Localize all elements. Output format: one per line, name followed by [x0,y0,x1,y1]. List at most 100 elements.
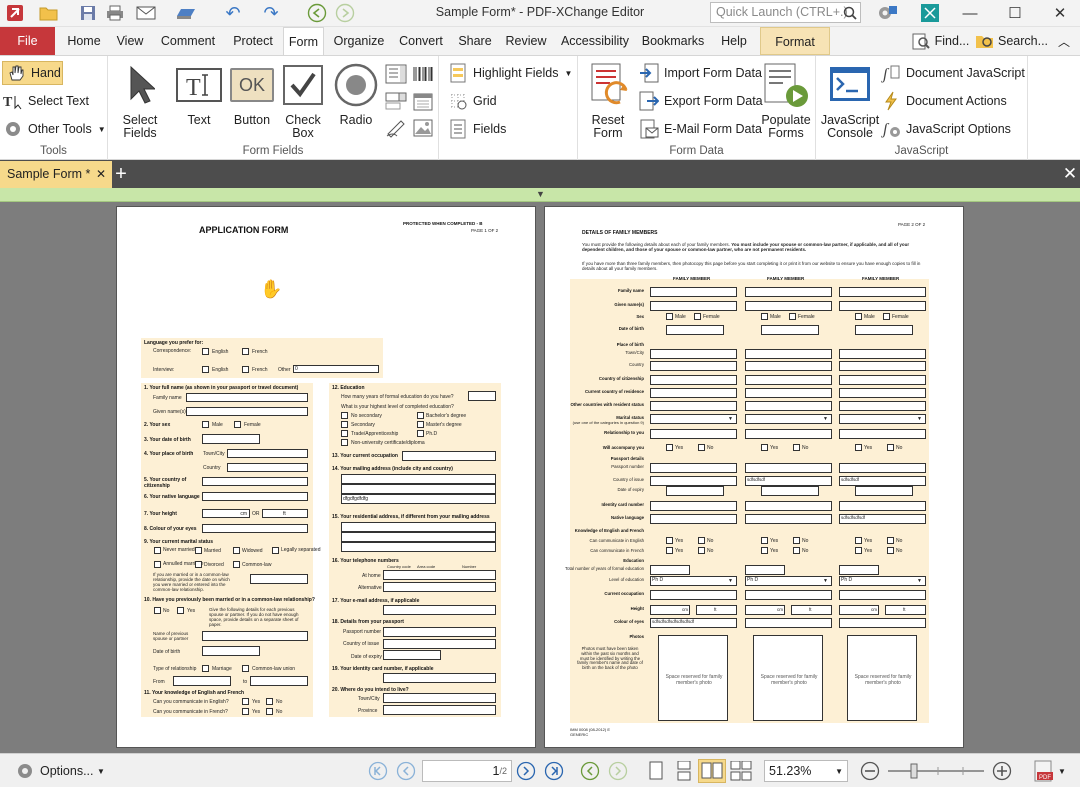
zoom-slider[interactable] [884,759,988,783]
family-field[interactable] [650,375,737,385]
search-icon[interactable] [841,3,859,23]
rel-to-field[interactable] [250,676,308,686]
years-edu-field[interactable] [468,391,496,401]
family-field[interactable] [839,349,926,359]
radio-button-button[interactable]: Radio [332,60,380,127]
tab-view[interactable]: View [112,27,148,55]
document-tab[interactable]: Sample Form * ✕ [0,161,112,188]
find-button[interactable]: Find... [934,27,970,55]
tab-form[interactable]: Form [283,27,324,56]
hand-tool-button[interactable]: Hand [2,61,63,85]
family-field[interactable] [650,429,737,439]
close-window-icon[interactable]: ✕ [1046,2,1074,24]
rel-from-field[interactable] [173,676,231,686]
family-yes-checkbox[interactable] [666,537,673,544]
reset-form-button[interactable]: Reset Form [582,60,634,140]
tab-bookmarks[interactable]: Bookmarks [640,27,706,55]
fr-yes-checkbox[interactable] [242,708,249,715]
mailing-address-field-3[interactable]: dfgdfgdfdfg [341,494,496,504]
family-field[interactable] [745,388,832,398]
expand-arrow-icon[interactable]: ▼ [536,189,545,199]
family-field[interactable] [650,401,737,411]
family-no-checkbox[interactable] [793,547,800,554]
eye-colour-field[interactable] [202,524,308,533]
grid-button[interactable]: Grid [447,89,497,113]
family-no-checkbox[interactable] [698,444,705,451]
tab-comment[interactable]: Comment [156,27,220,55]
family-field[interactable] [839,287,926,297]
close-all-tabs-icon[interactable]: ✕ [1060,163,1080,185]
family-field[interactable] [839,501,926,511]
family-field[interactable] [839,301,926,311]
nav-back-icon[interactable] [578,759,602,783]
family-field[interactable] [839,361,926,371]
given-names-field[interactable] [186,407,308,416]
family-no-checkbox[interactable] [793,537,800,544]
family-field[interactable] [745,401,832,411]
close-tab-icon[interactable]: ✕ [96,161,106,187]
family-yes-checkbox[interactable] [761,444,768,451]
prev-married-no-checkbox[interactable] [154,607,161,614]
family-field[interactable] [839,590,926,600]
family-no-checkbox[interactable] [887,547,894,554]
birth-country-field[interactable] [227,463,308,472]
family-male-checkbox[interactable] [666,313,673,320]
live-city-field[interactable] [383,693,496,703]
nav-forward-icon[interactable] [606,759,630,783]
interview-french-checkbox[interactable] [242,366,249,373]
family-field[interactable] [839,375,926,385]
family-date-field[interactable] [855,486,913,496]
family-field[interactable] [745,375,832,385]
email-field[interactable] [383,605,496,615]
single-page-icon[interactable] [644,759,668,783]
javascript-options-button[interactable]: ʃ JavaScript Options [880,117,1011,141]
master-checkbox[interactable] [417,421,424,428]
button-field-button[interactable]: OK Button [228,60,276,127]
last-page-icon[interactable] [542,759,566,783]
no-secondary-checkbox[interactable] [341,412,348,419]
family-eye-colour-field[interactable]: sdfsdfsdfsdfsdfsdfsdf [650,618,737,628]
trade-checkbox[interactable] [341,430,348,437]
family-combo-field[interactable] [650,414,737,424]
tab-accessibility[interactable]: Accessibility [557,27,633,55]
dob-field[interactable] [202,434,260,444]
divorced-checkbox[interactable] [195,561,202,568]
family-field[interactable] [745,349,832,359]
options-dropdown-icon[interactable]: ▼ [96,759,106,783]
prev-page-icon[interactable] [394,759,418,783]
photo-box-1[interactable]: Space reserved for family member's photo [658,635,728,721]
family-yes-checkbox[interactable] [761,547,768,554]
javascript-console-button[interactable]: JavaScript Console [820,60,880,140]
settings-icon[interactable] [870,3,906,23]
zoom-out-icon[interactable] [858,759,882,783]
zoom-in-icon[interactable] [990,759,1014,783]
bachelor-checkbox[interactable] [417,412,424,419]
family-combo-field[interactable] [839,414,926,424]
family-eye-colour-field[interactable] [745,618,832,628]
import-form-data-button[interactable]: Import Form Data [638,61,762,85]
passport-number-field[interactable] [383,627,496,637]
family-field[interactable] [650,463,737,473]
family-field[interactable] [745,361,832,371]
select-text-button[interactable]: T Select Text [2,89,89,113]
native-language-field[interactable] [202,492,308,501]
prev-dob-field[interactable] [202,646,260,656]
image-field-icon[interactable] [411,117,435,139]
family-date-field[interactable] [855,325,913,335]
passport-country-field[interactable] [383,639,496,649]
facing-pages-icon[interactable] [698,759,726,783]
marriage-checkbox[interactable] [202,665,209,672]
family-field[interactable] [650,361,737,371]
family-no-checkbox[interactable] [698,547,705,554]
minimize-icon[interactable]: — [956,2,984,24]
tab-help[interactable]: Help [713,27,755,55]
tab-review[interactable]: Review [502,27,550,55]
family-field[interactable] [745,463,832,473]
correspondence-french-checkbox[interactable] [242,348,249,355]
family-country-issue-field[interactable]: sdfsdfsdf [839,476,926,486]
alt-phone-field[interactable] [383,582,496,592]
fr-no-checkbox[interactable] [266,708,273,715]
family-date-field[interactable] [666,325,724,335]
document-viewer[interactable]: APPLICATION FORM PROTECTED WHEN COMPLETE… [0,202,1080,753]
family-field[interactable] [650,590,737,600]
